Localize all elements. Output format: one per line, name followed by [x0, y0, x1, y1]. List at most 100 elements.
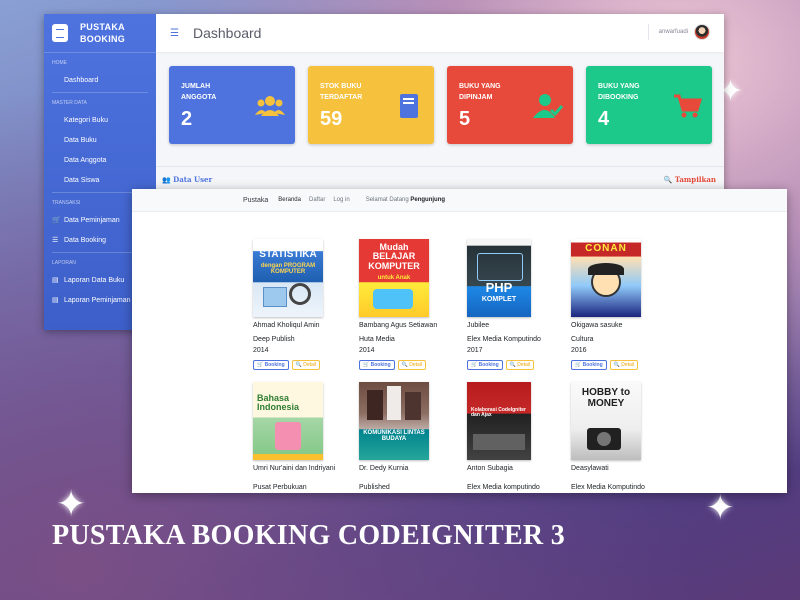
detail-button[interactable]: 🔍 Detail: [505, 360, 535, 370]
users-icon: [255, 96, 285, 116]
book-cover[interactable]: HOBBY to MONEY: [571, 382, 641, 460]
book-author: Anton Subagia: [467, 465, 513, 472]
book-cover[interactable]: Mudah BELAJAR KOMPUTER untuk Anak: [359, 239, 429, 317]
card-label: BUKU YANG DIBOOKING: [598, 83, 640, 101]
sidebar-item-label: Data Siswa: [64, 176, 100, 184]
hamburger-menu-icon[interactable]: ☰: [170, 28, 179, 39]
book-cover[interactable]: PHP KOMPLET: [467, 239, 531, 317]
book-publisher: Pusat Perbukuan: [253, 484, 307, 491]
card-stok-buku[interactable]: STOK BUKU TERDAFTAR 59: [308, 66, 434, 144]
book-publisher: Elex Media Komputindo: [571, 484, 645, 491]
book-cover[interactable]: KOMUNIKASI LINTAS BUDAYA: [359, 382, 429, 460]
sidebar-item-data-anggota[interactable]: Data Anggota: [44, 150, 156, 170]
book-year: 2014: [253, 347, 269, 354]
book-year: 2014: [359, 347, 375, 354]
topbar: ☰ Dashboard anwarfuadi: [156, 14, 724, 52]
book-author: Okigawa sasuke: [571, 322, 623, 329]
nav-beranda[interactable]: Beranda: [278, 197, 301, 203]
book-cover[interactable]: CONAN: [571, 239, 641, 317]
sidebar-item-label: Laporan Data Buku: [64, 276, 125, 284]
card-buku-dibooking[interactable]: BUKU YANG DIBOOKING 4: [586, 66, 712, 144]
book-year: 2016: [571, 347, 587, 354]
book-publisher: Published: [359, 484, 390, 491]
sidebar-item-label: Data Buku: [64, 136, 97, 144]
book-card: PHP KOMPLET Jubilee Elex Media Komputind…: [467, 239, 571, 370]
brand-line-1: PUSTAKA: [80, 22, 125, 32]
brand-text: PUSTAKA BOOKING: [80, 21, 125, 45]
book-year: 2017: [467, 347, 483, 354]
card-label: JUMLAH ANGGOTA: [181, 83, 217, 101]
book-card: Kolaborasi CodeIgniter dan Ajax Anton Su…: [467, 382, 571, 493]
section-home: HOME: [52, 60, 67, 66]
book-cover[interactable]: Kolaborasi CodeIgniter dan Ajax: [467, 382, 531, 460]
book-author: Deasylawati: [571, 465, 609, 472]
user-check-icon: [533, 94, 563, 118]
cart-icon: 🛒: [52, 217, 61, 224]
detail-button[interactable]: 🔍 Detail: [609, 360, 639, 370]
booking-button[interactable]: 🛒 Booking: [571, 360, 607, 370]
data-user-heading: 👥 Data User: [162, 175, 213, 184]
sidebar-item-data-buku[interactable]: Data Buku: [44, 130, 156, 150]
book-cover[interactable]: STATISTIKA dengan PROGRAM KOMPUTER: [253, 239, 323, 317]
sparkle-decoration: ✦: [706, 488, 735, 528]
book-card: Mudah BELAJAR KOMPUTER untuk Anak Bamban…: [359, 239, 463, 370]
book-card: HOBBY to MONEY Deasylawati Elex Media Ko…: [571, 382, 675, 493]
sidebar-item-label: Data Peminjaman: [64, 216, 120, 224]
cart-icon: [674, 94, 702, 118]
report-icon: ▤: [52, 277, 59, 284]
detail-button[interactable]: 🔍 Detail: [291, 360, 321, 370]
booking-button[interactable]: 🛒 Booking: [467, 360, 503, 370]
user-menu[interactable]: anwarfuadi: [647, 24, 710, 40]
card-jumlah-anggota[interactable]: JUMLAH ANGGOTA 2: [169, 66, 295, 144]
sidebar-item-label: Kategori Buku: [64, 116, 108, 124]
detail-button[interactable]: 🔍 Detail: [397, 360, 427, 370]
book-cover[interactable]: Bahasa Indonesia: [253, 382, 323, 460]
card-value: 4: [598, 108, 610, 130]
card-label: STOK BUKU TERDAFTAR: [320, 83, 363, 101]
sidebar-item-dashboard[interactable]: Dashboard: [44, 70, 156, 90]
navbar-brand[interactable]: Pustaka: [243, 197, 268, 204]
top-navbar: Pustaka Beranda Daftar Log in Selamat Da…: [132, 189, 787, 212]
users-icon: 👥: [162, 175, 171, 184]
book-publisher: Huta Media: [359, 336, 395, 343]
sidebar-item-kategori-buku[interactable]: Kategori Buku: [44, 110, 156, 130]
card-value: 5: [459, 108, 471, 130]
book-author: Jubilee: [467, 322, 490, 329]
sidebar-brand[interactable]: PUSTAKA BOOKING: [44, 14, 156, 53]
book-author: Umri Nur'aini dan Indriyani: [253, 465, 336, 472]
book-logo-icon: [52, 24, 68, 42]
book-card: Bahasa Indonesia Umri Nur'aini dan Indri…: [253, 382, 357, 493]
book-publisher: Deep Publish: [253, 336, 295, 343]
divider: [156, 166, 724, 167]
report-icon: ▤: [52, 297, 59, 304]
book-card: STATISTIKA dengan PROGRAM KOMPUTER Ahmad…: [253, 239, 357, 370]
card-buku-dipinjam[interactable]: BUKU YANG DIPINJAM 5: [447, 66, 573, 144]
page-title: Dashboard: [192, 25, 262, 41]
card-value: 2: [181, 108, 193, 130]
list-icon: ☰: [52, 237, 59, 244]
book-author: Ahmad Kholiqul Amin: [253, 322, 320, 329]
search-icon: 🔍: [663, 175, 673, 184]
nav-login[interactable]: Log in: [333, 197, 349, 203]
sidebar-item-label: Data Anggota: [64, 156, 107, 164]
book-author: Bambang Agus Setiawan: [359, 322, 438, 329]
sidebar-item-data-siswa[interactable]: Data Siswa: [44, 170, 156, 190]
welcome-text: Selamat Datang Pengunjung: [365, 197, 446, 203]
book-publisher: Elex Media Komputindo: [467, 336, 541, 343]
brand-line-2: BOOKING: [80, 34, 126, 44]
user-name: anwarfuadi: [658, 29, 688, 35]
book-publisher: Elex Media komputindo: [467, 484, 540, 491]
book-card: CONAN Okigawa sasuke Cultura 2016 🛒 Book…: [571, 239, 675, 370]
book-card: KOMUNIKASI LINTAS BUDAYA Dr. Dedy Kurnia…: [359, 382, 463, 493]
sidebar-item-label: Laporan Peminjaman: [64, 296, 131, 304]
book-catalog-window: Pustaka Beranda Daftar Log in Selamat Da…: [132, 189, 787, 493]
sidebar-item-label: Data Booking: [64, 236, 107, 244]
book-publisher: Cultura: [571, 336, 594, 343]
booking-button[interactable]: 🛒 Booking: [359, 360, 395, 370]
booking-button[interactable]: 🛒 Booking: [253, 360, 289, 370]
page-caption: PUSTAKA BOOKING CODEIGNITER 3: [52, 520, 566, 551]
sidebar-item-label: Dashboard: [64, 76, 99, 84]
nav-daftar[interactable]: Daftar: [309, 197, 325, 203]
card-value: 59: [320, 108, 343, 130]
tampilkan-link[interactable]: 🔍 Tampilkan: [664, 175, 716, 184]
